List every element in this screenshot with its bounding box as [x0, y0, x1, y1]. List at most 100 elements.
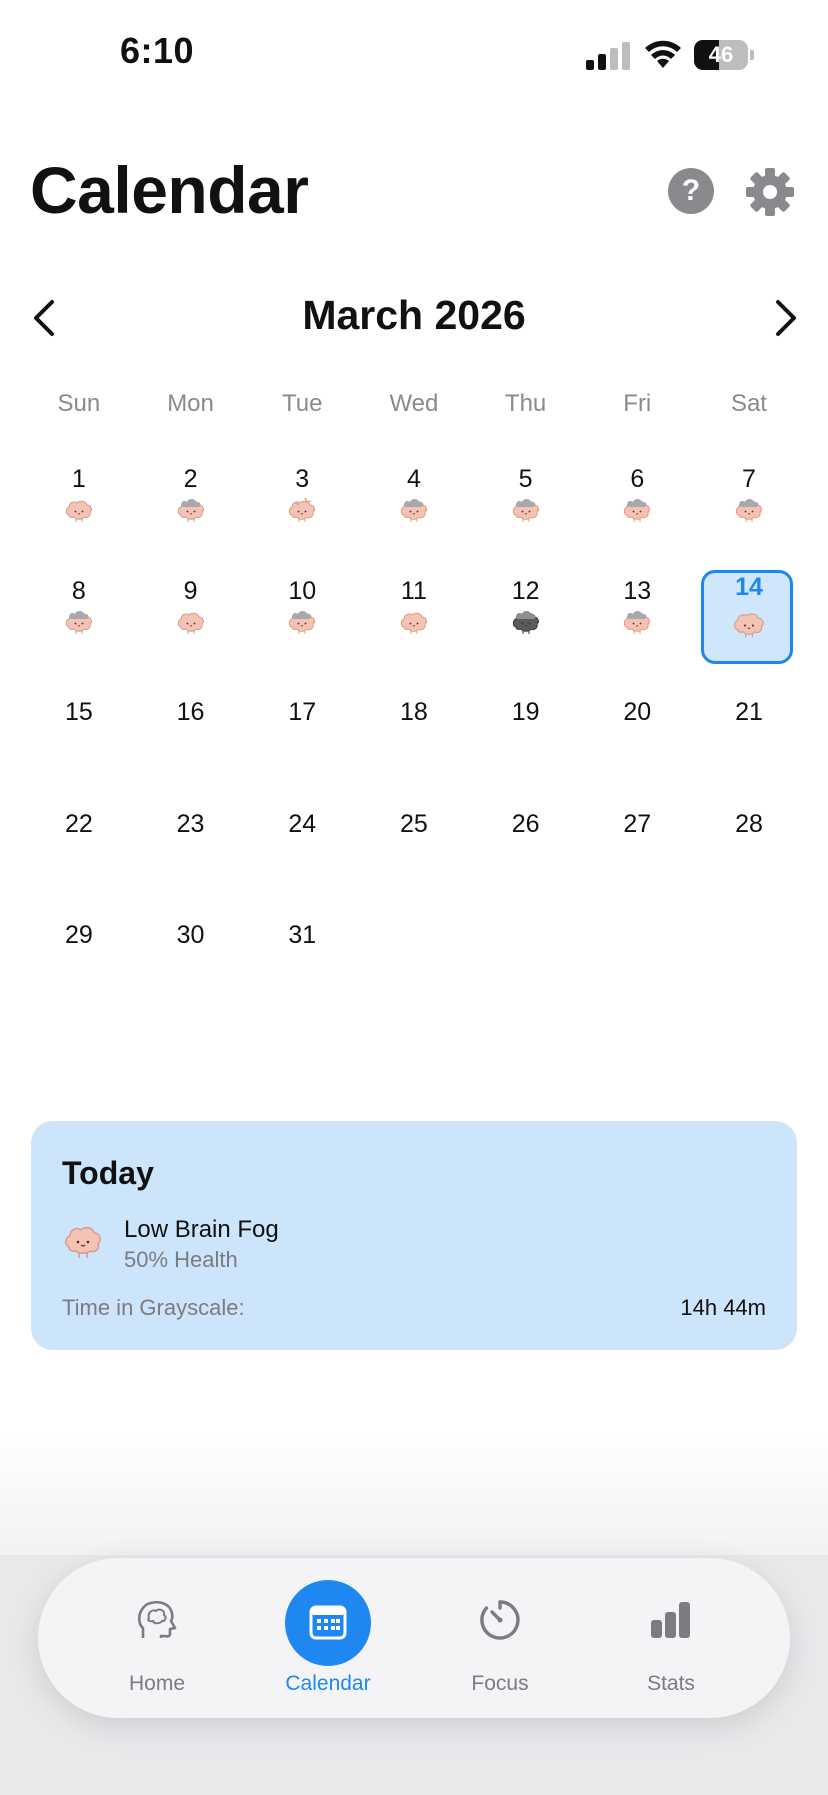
calendar-day-today[interactable]: 14	[693, 562, 805, 674]
weekday-wed: Wed	[389, 390, 439, 417]
calendar-day[interactable]: 29	[23, 896, 135, 1008]
gear-icon[interactable]	[744, 166, 796, 218]
calendar-icon	[309, 1605, 347, 1640]
health-percentage: 50% Health	[124, 1247, 238, 1272]
calendar-day[interactable]: 5	[470, 450, 582, 562]
calendar-day[interactable]: 26	[470, 785, 582, 897]
day-number: 27	[623, 809, 652, 838]
tab-home-label: Home	[128, 1672, 186, 1695]
battery-indicator: 46	[694, 40, 754, 70]
day-number: 19	[511, 698, 540, 726]
calendar-day[interactable]: 21	[693, 673, 805, 785]
brain-clear-icon	[732, 608, 766, 638]
day-number: 7	[742, 465, 756, 493]
day-number: 20	[623, 698, 652, 726]
brain-clear-icon	[64, 496, 94, 524]
tab-stats[interactable]: Stats	[585, 1558, 757, 1718]
brain-cloud-icon	[287, 608, 317, 636]
brain-cloud-icon	[622, 496, 652, 524]
calendar-day[interactable]: 31	[246, 896, 358, 1008]
day-number: 2	[183, 465, 198, 493]
day-number: 17	[288, 698, 317, 726]
tab-focus-label: Focus	[471, 1672, 529, 1695]
weekday-tue: Tue	[281, 390, 323, 417]
day-number: 3	[295, 465, 310, 493]
tab-focus[interactable]: Focus	[414, 1558, 586, 1718]
month-title: March 2026	[302, 292, 526, 338]
calendar-day[interactable]: 19	[470, 673, 582, 785]
calendar-day[interactable]: 7	[693, 450, 805, 562]
calendar-day[interactable]: 11	[358, 562, 470, 674]
day-number: 12	[511, 576, 540, 605]
grayscale-time-value: 14h 44m	[680, 1295, 766, 1320]
calendar-day[interactable]: 3	[246, 450, 358, 562]
brain-cloud-icon	[64, 608, 94, 636]
brain-head-icon	[137, 1600, 177, 1638]
day-number: 29	[64, 921, 93, 949]
bar-chart-icon	[651, 1602, 690, 1638]
tab-calendar[interactable]: Calendar	[242, 1558, 414, 1718]
calendar-day[interactable]: 17	[246, 673, 358, 785]
day-number: 4	[406, 465, 421, 493]
weekday-sun: Sun	[57, 390, 101, 417]
today-summary-card: Today Low Brain Fog 50% Health Time in G…	[31, 1121, 797, 1350]
brain-cloud-icon	[399, 496, 429, 524]
day-number: 6	[630, 465, 645, 493]
day-number: 31	[288, 921, 317, 949]
brain-fog-status: Low Brain Fog	[124, 1216, 279, 1243]
calendar-day[interactable]: 15	[23, 673, 135, 785]
calendar-day[interactable]: 16	[135, 673, 247, 785]
day-number: 18	[400, 698, 428, 726]
day-number: 5	[518, 465, 533, 493]
tab-stats-label: Stats	[647, 1672, 695, 1695]
tabbar-fade	[0, 1430, 828, 1555]
status-time: 6:10	[120, 30, 195, 71]
weekday-sat: Sat	[730, 390, 767, 417]
day-number: 23	[176, 809, 205, 838]
tab-bar: Home Calendar Focus Stats	[38, 1558, 790, 1718]
day-number: 26	[511, 809, 540, 838]
tab-home[interactable]: Home	[71, 1558, 243, 1718]
brain-cloud-icon	[734, 496, 764, 524]
calendar-day[interactable]: 27	[581, 785, 693, 897]
day-number: 1	[71, 465, 86, 493]
day-number: 16	[176, 698, 205, 726]
calendar-day[interactable]: 13	[581, 562, 693, 674]
help-button[interactable]: ?	[668, 168, 714, 214]
brain-hurt-icon	[287, 496, 317, 524]
cellular-signal-icon	[586, 42, 630, 70]
calendar-day[interactable]: 1	[23, 450, 135, 562]
calendar-day[interactable]: 18	[358, 673, 470, 785]
calendar-day[interactable]: 22	[23, 785, 135, 897]
calendar-day[interactable]: 6	[581, 450, 693, 562]
brain-clear-icon	[176, 608, 206, 636]
calendar-day[interactable]: 2	[135, 450, 247, 562]
calendar-day[interactable]: 28	[693, 785, 805, 897]
calendar-day[interactable]: 24	[246, 785, 358, 897]
grayscale-time-label: Time in Grayscale:	[62, 1295, 245, 1320]
day-number: 28	[735, 809, 763, 838]
day-number: 21	[735, 698, 763, 726]
brain-icon	[65, 1226, 101, 1258]
calendar-day[interactable]: 23	[135, 785, 247, 897]
weekday-thu: Thu	[504, 390, 547, 417]
calendar-day[interactable]: 10	[246, 562, 358, 674]
day-number: 30	[176, 921, 205, 949]
calendar-day[interactable]: 4	[358, 450, 470, 562]
chevron-right-icon[interactable]	[764, 296, 804, 340]
day-number: 8	[71, 576, 86, 605]
calendar-day[interactable]: 30	[135, 896, 247, 1008]
brain-cloud-icon	[622, 608, 652, 636]
day-number: 24	[288, 809, 317, 838]
card-title: Today	[62, 1155, 154, 1191]
calendar-day[interactable]: 25	[358, 785, 470, 897]
weekday-fri: Fri	[623, 390, 652, 417]
timer-icon	[480, 1600, 520, 1640]
calendar-day[interactable]: 9	[135, 562, 247, 674]
calendar-day[interactable]: 8	[23, 562, 135, 674]
calendar-grid: 1 2 3 4 5 6 7 8 9 10 11 12 13 14 15 16 17 18 19 20 21 22 23 24 2…	[23, 450, 805, 1008]
calendar-day[interactable]: 20	[581, 673, 693, 785]
day-number: 11	[400, 576, 427, 605]
calendar-day[interactable]: 12	[470, 562, 582, 674]
day-number: 9	[183, 576, 198, 605]
